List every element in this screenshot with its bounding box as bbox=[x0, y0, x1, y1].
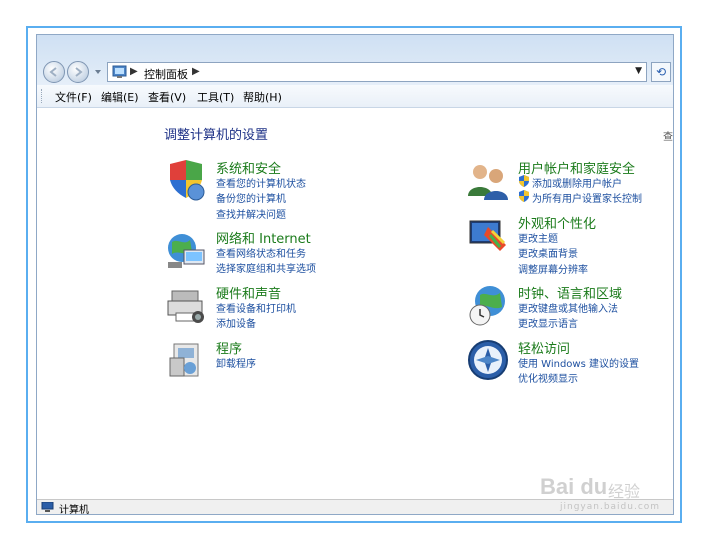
link-add-device[interactable]: 添加设备 bbox=[216, 315, 256, 330]
link-view-status[interactable]: 查看您的计算机状态 bbox=[216, 175, 306, 190]
menu-view[interactable]: 查看(V) bbox=[148, 89, 186, 105]
link-change-theme[interactable]: 更改主题 bbox=[518, 230, 558, 245]
programs-icon bbox=[169, 343, 199, 377]
arrow-left-icon bbox=[49, 67, 57, 77]
computer-icon bbox=[41, 502, 54, 512]
link-label[interactable]: 为所有用户设置家长控制 bbox=[532, 194, 642, 205]
control-panel-icon bbox=[112, 65, 127, 78]
uac-shield-icon bbox=[519, 190, 529, 202]
menu-file[interactable]: 文件(F) bbox=[55, 89, 92, 105]
refresh-icon: ⟲ bbox=[655, 65, 667, 79]
link-add-remove-accounts[interactable]: 添加或删除用户帐户 bbox=[518, 175, 622, 190]
menu-edit[interactable]: 编辑(E) bbox=[101, 89, 139, 105]
back-button[interactable] bbox=[43, 61, 65, 83]
breadcrumb-separator-icon[interactable]: ▶ bbox=[192, 66, 200, 77]
ease-of-access-icon bbox=[468, 340, 508, 380]
watermark-suffix: 经验 bbox=[608, 482, 641, 501]
link-troubleshoot[interactable]: 查找并解决问题 bbox=[216, 206, 286, 221]
link-change-background[interactable]: 更改桌面背景 bbox=[518, 245, 578, 260]
view-by-label[interactable]: 查 bbox=[663, 128, 673, 143]
history-dropdown-icon[interactable] bbox=[95, 69, 101, 75]
network-internet-icon bbox=[168, 234, 205, 268]
link-resolution[interactable]: 调整屏幕分辨率 bbox=[518, 261, 588, 276]
link-backup[interactable]: 备份您的计算机 bbox=[216, 190, 286, 205]
appearance-icon bbox=[469, 220, 506, 251]
title-bar: ▶ 控制面板 ▶ ▼ ⟲ bbox=[37, 35, 673, 85]
menu-grip bbox=[41, 89, 44, 103]
explorer-window: ▶ 控制面板 ▶ ▼ ⟲ 文件(F) 编辑(E) 查看(V) 工具(T) 帮助(… bbox=[36, 34, 674, 515]
menu-tools[interactable]: 工具(T) bbox=[197, 89, 234, 105]
address-bar[interactable]: ▶ 控制面板 ▶ ▼ bbox=[107, 62, 647, 82]
user-accounts-icon bbox=[468, 165, 508, 200]
menu-bar: 文件(F) 编辑(E) 查看(V) 工具(T) 帮助(H) bbox=[37, 85, 673, 108]
address-dropdown-icon[interactable]: ▼ bbox=[635, 66, 642, 76]
uac-shield-icon bbox=[519, 175, 529, 187]
status-text: 计算机 bbox=[59, 505, 89, 515]
forward-button[interactable] bbox=[67, 61, 89, 83]
link-recommended-settings[interactable]: 使用 Windows 建议的设置 bbox=[518, 355, 639, 370]
page-title: 调整计算机的设置 bbox=[164, 128, 269, 143]
link-display-language[interactable]: 更改显示语言 bbox=[518, 315, 578, 330]
breadcrumb-control-panel[interactable]: 控制面板 bbox=[144, 66, 188, 82]
menu-help[interactable]: 帮助(H) bbox=[243, 89, 282, 105]
watermark-url: jingyan.baidu.com bbox=[560, 502, 661, 512]
hardware-sound-icon bbox=[167, 290, 204, 323]
link-uninstall[interactable]: 卸载程序 bbox=[216, 355, 256, 370]
breadcrumb-separator-icon[interactable]: ▶ bbox=[130, 66, 138, 77]
link-optimize-display[interactable]: 优化视频显示 bbox=[518, 370, 578, 385]
link-devices-printers[interactable]: 查看设备和打印机 bbox=[216, 300, 296, 315]
content-pane: 调整计算机的设置 查 系统和安全 查看您的计算机状态 备份您的计算机 查找并解决… bbox=[37, 108, 673, 502]
arrow-right-icon bbox=[75, 67, 83, 77]
link-parental-controls[interactable]: 为所有用户设置家长控制 bbox=[518, 190, 642, 205]
link-network-status[interactable]: 查看网络状态和任务 bbox=[216, 245, 306, 260]
link-label[interactable]: 添加或删除用户帐户 bbox=[532, 179, 622, 190]
clock-region-icon bbox=[469, 286, 505, 326]
screenshot-frame: ▶ 控制面板 ▶ ▼ ⟲ 文件(F) 编辑(E) 查看(V) 工具(T) 帮助(… bbox=[26, 26, 682, 523]
link-input-methods[interactable]: 更改键盘或其他输入法 bbox=[518, 300, 618, 315]
system-security-icon bbox=[170, 160, 205, 201]
watermark-brand: Bai du bbox=[540, 474, 608, 499]
baidu-watermark: Bai du 经验 jingyan.baidu.com bbox=[520, 470, 680, 518]
link-homegroup[interactable]: 选择家庭组和共享选项 bbox=[216, 260, 316, 275]
refresh-button[interactable]: ⟲ bbox=[651, 62, 671, 82]
